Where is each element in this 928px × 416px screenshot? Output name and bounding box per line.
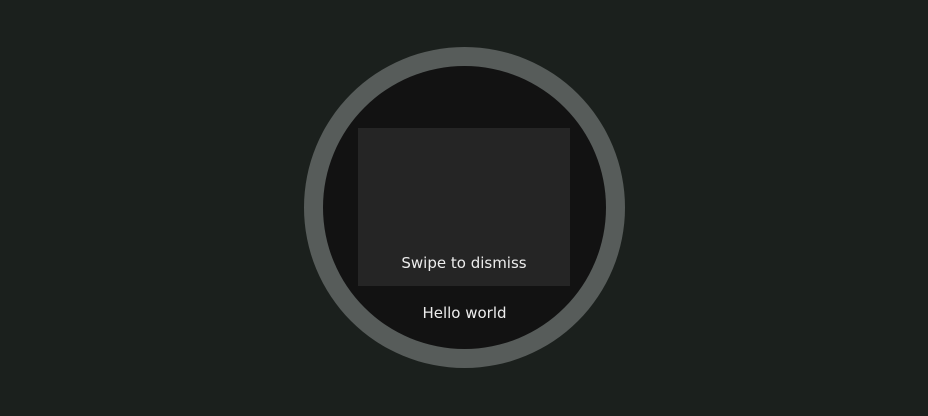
swipe-dismiss-card[interactable]: Swipe to dismiss xyxy=(358,128,570,286)
hello-world-text: Hello world xyxy=(422,304,507,322)
watch-bezel: Swipe to dismiss Hello world xyxy=(304,47,625,368)
swipe-to-dismiss-label: Swipe to dismiss xyxy=(401,254,527,272)
watch-screen[interactable]: Swipe to dismiss Hello world xyxy=(323,66,606,349)
emulator-background: Swipe to dismiss Hello world xyxy=(0,0,928,416)
